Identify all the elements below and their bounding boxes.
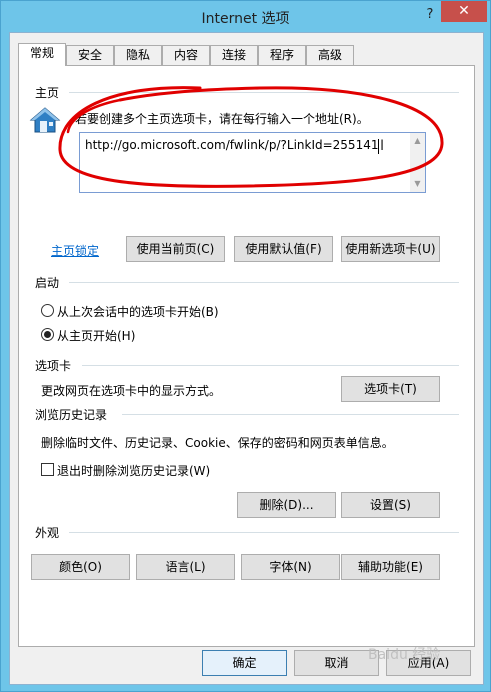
close-button[interactable]: ✕ (441, 1, 487, 22)
use-current-button[interactable]: 使用当前页(C) (126, 236, 225, 262)
startup-group-title: 启动 (35, 276, 60, 290)
startup-last-session-label[interactable]: 从上次会话中的选项卡开始(B) (57, 303, 219, 320)
help-button[interactable]: ? (421, 5, 439, 25)
tab-content[interactable]: 内容 (162, 45, 210, 65)
accessibility-button[interactable]: 辅助功能(E) (341, 554, 440, 580)
tabs-group-title: 选项卡 (35, 359, 72, 373)
home-lock-link[interactable]: 主页锁定 (51, 242, 99, 259)
window-title: Internet 选项 (201, 11, 290, 27)
url-scrollbar[interactable]: ▲ ▼ (410, 133, 425, 192)
history-settings-button[interactable]: 设置(S) (341, 492, 440, 518)
ok-button[interactable]: 确定 (202, 650, 287, 676)
startup-last-session-radio[interactable] (41, 304, 54, 317)
baidu-watermark: Baidu 经验 (368, 647, 441, 663)
tab-security[interactable]: 安全 (66, 45, 114, 65)
tabs-divider (82, 365, 459, 366)
tab-connections[interactable]: 连接 (210, 45, 258, 65)
title-bar[interactable]: Internet 选项 ? ✕ (1, 1, 490, 33)
startup-divider (69, 282, 459, 283)
home-url-textarea[interactable]: http://go.microsoft.com/fwlink/p/?LinkId… (79, 132, 426, 193)
tab-advanced[interactable]: 高级 (306, 45, 354, 65)
startup-home-label[interactable]: 从主页开始(H) (57, 327, 135, 344)
history-description: 删除临时文件、历史记录、Cookie、保存的密码和网页表单信息。 (41, 436, 394, 450)
tab-privacy[interactable]: 隐私 (114, 45, 162, 65)
use-default-button[interactable]: 使用默认值(F) (234, 236, 333, 262)
tabs-settings-button[interactable]: 选项卡(T) (341, 376, 440, 402)
home-description: 若要创建多个主页选项卡，请在每行输入一个地址(R)。 (75, 112, 369, 126)
delete-on-exit-label[interactable]: 退出时删除浏览历史记录(W) (57, 462, 210, 479)
history-divider (122, 414, 459, 415)
dialog-client: 常规 安全 隐私 内容 连接 程序 高级 主页 若要创建多个主页选项卡，请在每行… (9, 32, 484, 685)
home-icon (29, 107, 61, 133)
home-group-title: 主页 (35, 86, 60, 100)
fonts-button[interactable]: 字体(N) (241, 554, 340, 580)
tab-programs[interactable]: 程序 (258, 45, 306, 65)
colors-button[interactable]: 颜色(O) (31, 554, 130, 580)
tabs-description: 更改网页在选项卡中的显示方式。 (41, 384, 222, 398)
delete-on-exit-checkbox[interactable] (41, 463, 54, 476)
history-group-title: 浏览历史记录 (35, 408, 108, 422)
appearance-group-title: 外观 (35, 526, 60, 540)
scroll-up-icon[interactable]: ▲ (410, 133, 425, 149)
delete-history-button[interactable]: 删除(D)... (237, 492, 336, 518)
text-cursor-icon: Ι (380, 138, 385, 154)
radio-selected-dot (44, 331, 51, 338)
use-new-tab-button[interactable]: 使用新选项卡(U) (341, 236, 440, 262)
home-url-text: http://go.microsoft.com/fwlink/p/?LinkId… (85, 138, 379, 152)
appearance-divider (69, 532, 459, 533)
text-caret (378, 139, 379, 154)
scroll-down-icon[interactable]: ▼ (410, 176, 425, 192)
cancel-button[interactable]: 取消 (294, 650, 379, 676)
languages-button[interactable]: 语言(L) (136, 554, 235, 580)
home-divider (69, 92, 459, 93)
general-panel: 主页 若要创建多个主页选项卡，请在每行输入一个地址(R)。 http://go.… (18, 65, 475, 647)
internet-options-window: Internet 选项 ? ✕ 常规 安全 隐私 内容 连接 程序 高级 主页 … (0, 0, 491, 692)
tab-general[interactable]: 常规 (18, 43, 66, 66)
startup-home-radio[interactable] (41, 328, 54, 341)
